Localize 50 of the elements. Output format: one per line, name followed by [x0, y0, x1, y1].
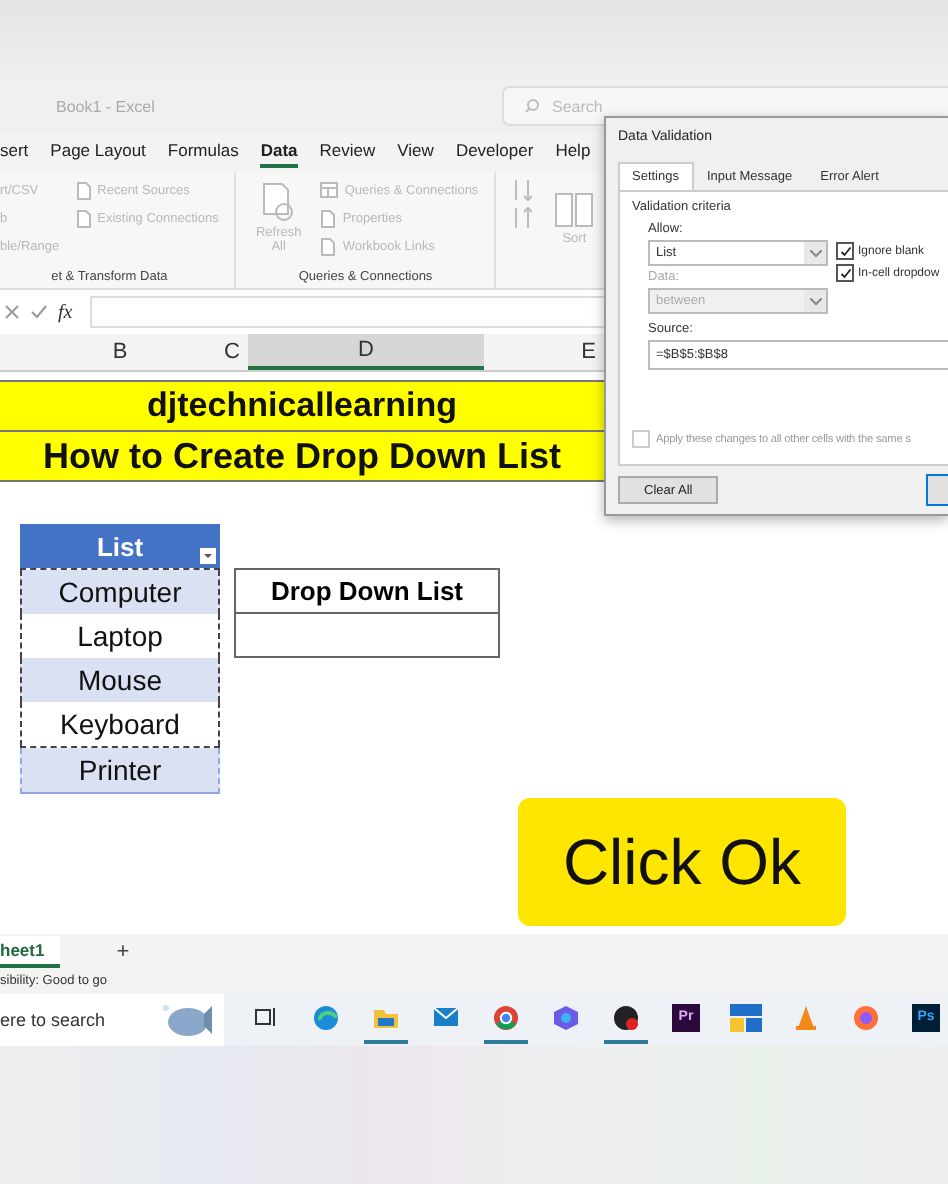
fish-icon — [160, 1001, 212, 1037]
browser-icon — [312, 1003, 340, 1031]
tiles-icon — [730, 1003, 762, 1031]
cancel-icon[interactable] — [4, 304, 20, 320]
task-view-icon — [254, 1006, 278, 1028]
traffic-cone-icon — [794, 1003, 818, 1031]
window-title: Book1 - Excel — [56, 97, 155, 115]
table-cell: Computer — [20, 570, 220, 614]
insert-function-label[interactable]: fx — [58, 301, 73, 323]
column-header[interactable]: C — [216, 334, 248, 370]
instruction-callout: Click Ok — [518, 798, 846, 926]
table-icon — [320, 182, 339, 198]
checkbox[interactable] — [836, 264, 854, 282]
sort-icon — [554, 191, 595, 227]
checkmark-icon[interactable] — [30, 304, 48, 320]
banner-text: djtechnicallearning — [147, 386, 457, 426]
ribbon-tab[interactable]: Page Layout — [50, 136, 146, 168]
table-cell: Laptop — [20, 614, 220, 658]
search-icon — [524, 98, 540, 114]
refresh-icon — [260, 182, 297, 222]
table-header: List — [20, 524, 220, 568]
folder-icon — [372, 1005, 400, 1029]
table-header: Drop Down List — [270, 576, 464, 606]
browser-icon — [492, 1003, 520, 1031]
ribbon-tab[interactable]: Review — [319, 136, 376, 168]
caret-icon — [809, 249, 821, 257]
checkbox[interactable] — [836, 242, 854, 260]
taskbar-search-field[interactable]: ere to search — [0, 993, 224, 1045]
sheet-tab[interactable]: heet1 — [0, 935, 61, 967]
add-sheet-button[interactable]: + — [116, 939, 130, 963]
ribbon-tab[interactable]: Formulas — [167, 136, 239, 168]
ribbon-tab[interactable]: View — [397, 136, 434, 168]
dialog-button[interactable] — [926, 474, 948, 506]
sort-icon — [512, 178, 533, 202]
table-cell: Keyboard — [20, 702, 220, 746]
table-cell: Printer — [20, 748, 220, 794]
sort-icon — [512, 206, 533, 230]
column-header[interactable]: D — [248, 334, 484, 370]
table-cell: Mouse — [20, 658, 220, 702]
filter-dropdown-icon[interactable] — [200, 548, 216, 564]
ribbon-tab[interactable]: Data — [260, 136, 298, 168]
recorder-icon — [612, 1003, 640, 1031]
caret-icon — [809, 297, 821, 305]
column-header[interactable]: B — [24, 334, 216, 370]
ribbon-tab[interactable]: Developer — [455, 136, 534, 168]
ribbon-tab[interactable]: Help — [555, 136, 591, 168]
ribbon-tab[interactable]: sert — [0, 136, 29, 168]
mail-icon — [432, 1006, 460, 1028]
column-header[interactable]: E — [484, 334, 596, 370]
banner-text: How to Create Drop Down List — [42, 435, 561, 477]
